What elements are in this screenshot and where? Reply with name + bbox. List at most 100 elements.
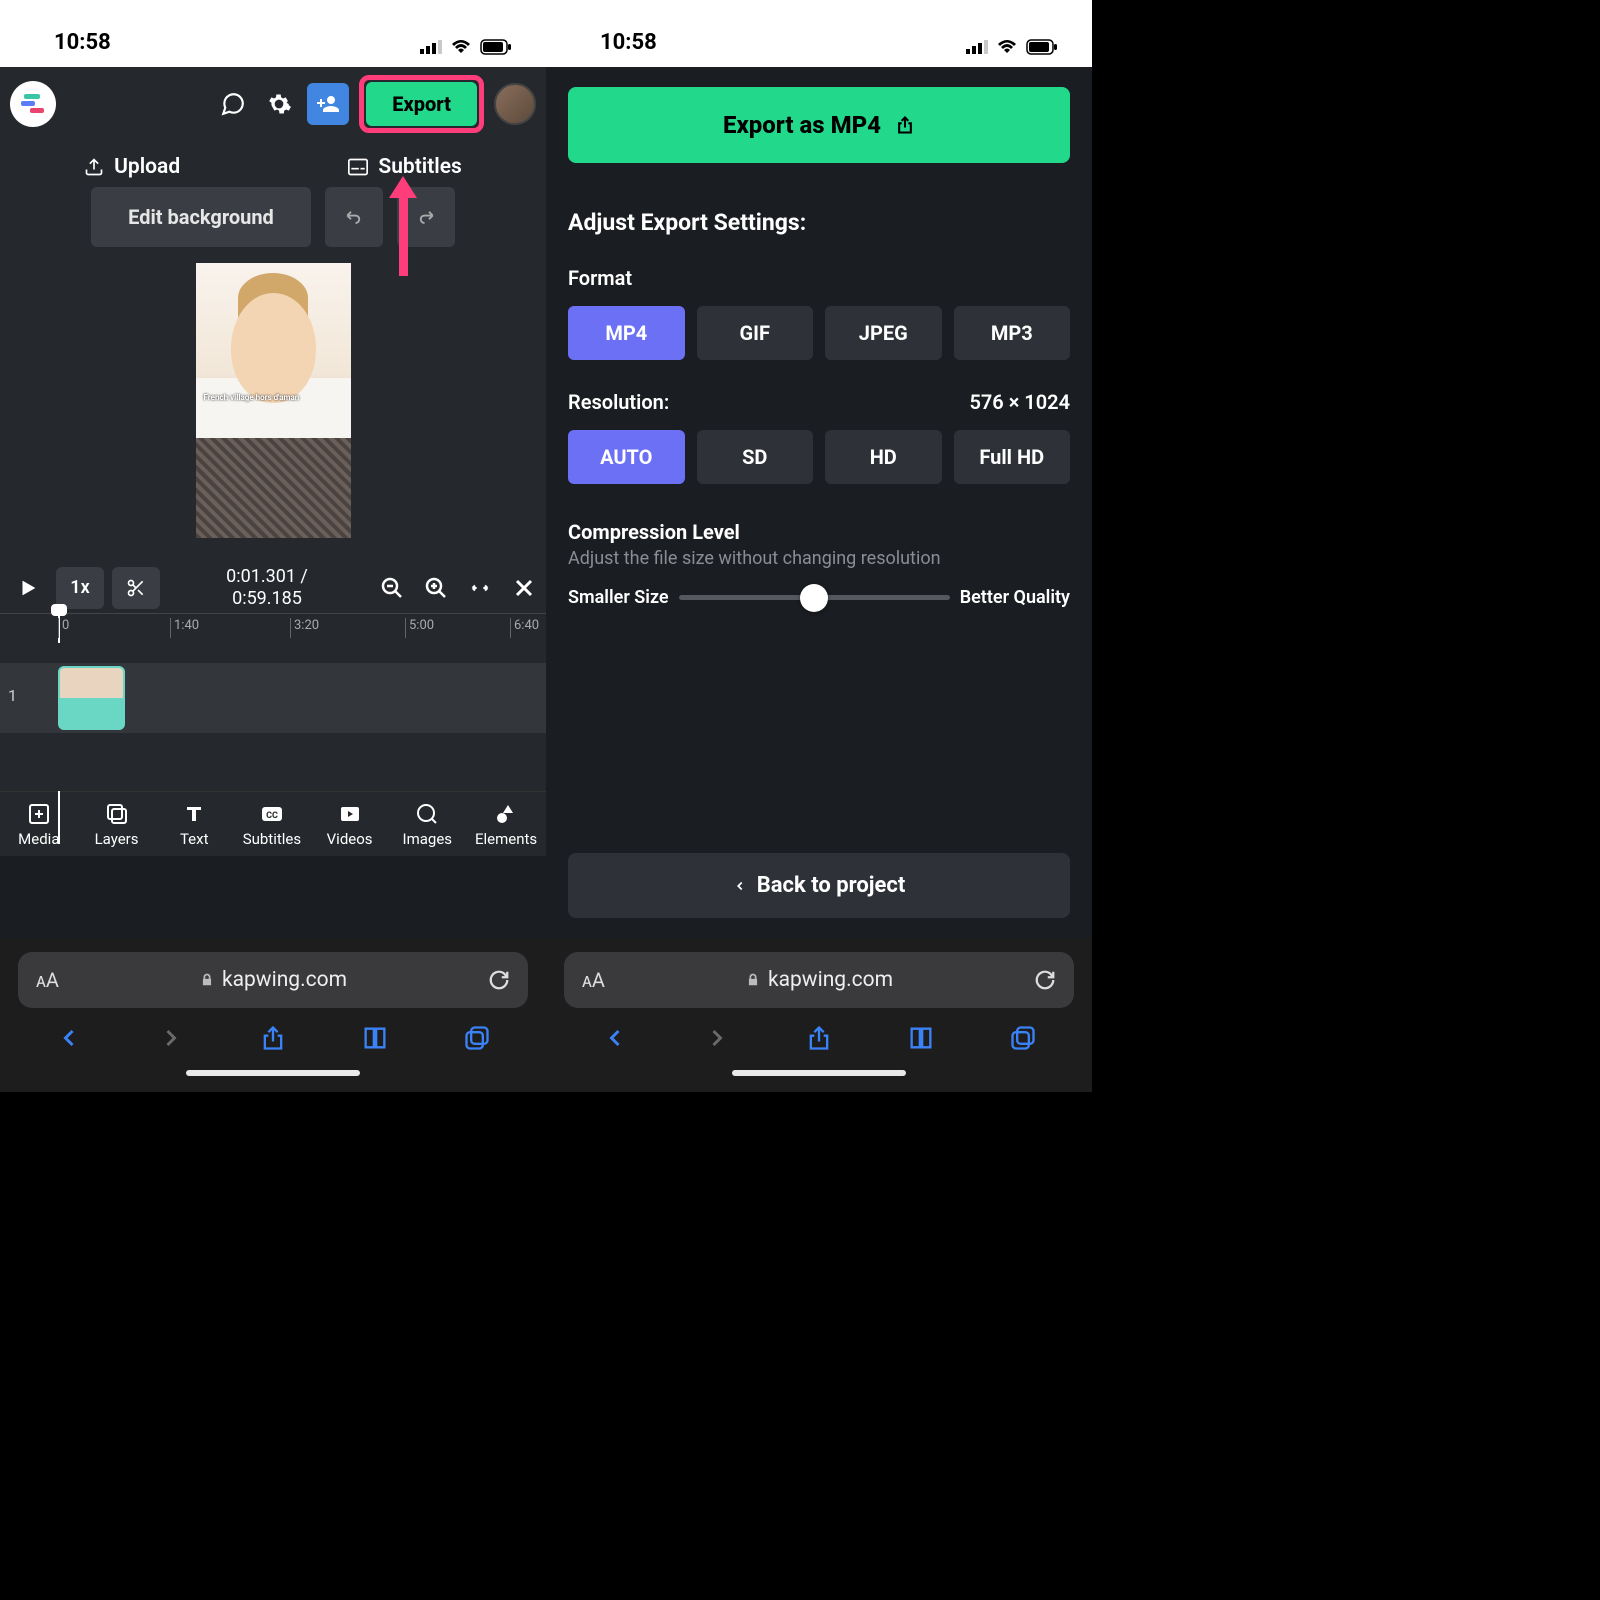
forward-icon xyxy=(157,1024,185,1052)
split-button[interactable] xyxy=(112,567,160,609)
safari-nav xyxy=(18,1008,528,1060)
timeline-clip[interactable] xyxy=(58,666,125,730)
app-logo[interactable] xyxy=(10,81,56,127)
editor-app: Export Upload Subtitles Edit background xyxy=(0,67,546,938)
upload-button[interactable]: Upload xyxy=(84,155,180,179)
url-bar[interactable]: ᴀA kapwing.com xyxy=(564,952,1074,1008)
track-number: 1 xyxy=(8,686,17,705)
tab-elements[interactable]: Elements xyxy=(475,802,537,848)
share-icon[interactable] xyxy=(259,1024,287,1052)
url-bar[interactable]: ᴀA kapwing.com xyxy=(18,952,528,1008)
invite-button[interactable] xyxy=(307,83,349,125)
ruler-tick: 5:00 xyxy=(405,618,434,638)
edit-background-button[interactable]: Edit background xyxy=(91,187,311,247)
subtitles-icon xyxy=(348,158,368,176)
back-icon[interactable] xyxy=(601,1024,629,1052)
text-size-button[interactable]: ᴀA xyxy=(582,968,605,993)
timeline-ruler[interactable]: 0 1:40 3:20 5:00 6:40 xyxy=(0,613,546,643)
tab-videos[interactable]: Videos xyxy=(320,802,380,848)
fit-button[interactable] xyxy=(462,570,498,606)
res-fullhd[interactable]: Full HD xyxy=(954,430,1071,484)
speed-button[interactable]: 1x xyxy=(56,567,104,609)
close-button[interactable] xyxy=(506,570,542,606)
play-button[interactable] xyxy=(8,568,48,608)
format-options: MP4 GIF JPEG MP3 xyxy=(568,306,1070,360)
format-mp4[interactable]: MP4 xyxy=(568,306,685,360)
ruler-tick: 3:20 xyxy=(290,618,319,638)
cc-icon: CC xyxy=(260,802,284,826)
video-caption: French village hors d'aman xyxy=(204,393,300,402)
scissors-icon xyxy=(126,578,146,598)
safari-nav xyxy=(564,1008,1074,1060)
secondary-toolbar: Upload Subtitles xyxy=(0,141,546,187)
bookmarks-icon[interactable] xyxy=(907,1024,935,1052)
tab-subtitles[interactable]: CC Subtitles xyxy=(242,802,302,848)
undo-icon xyxy=(343,208,365,226)
home-indicator xyxy=(546,1062,1092,1092)
close-icon xyxy=(512,576,536,600)
svg-text:CC: CC xyxy=(266,811,278,821)
undo-button[interactable] xyxy=(325,187,383,247)
wifi-icon xyxy=(996,39,1018,55)
chat-icon[interactable] xyxy=(215,86,251,122)
fit-icon xyxy=(468,578,492,598)
res-auto[interactable]: AUTO xyxy=(568,430,685,484)
subtitles-button[interactable]: Subtitles xyxy=(348,155,461,179)
res-sd[interactable]: SD xyxy=(697,430,814,484)
share-icon xyxy=(895,114,915,136)
compression-subtitle: Adjust the file size without changing re… xyxy=(568,548,1070,569)
tabs-icon[interactable] xyxy=(1009,1024,1037,1052)
slider-thumb[interactable] xyxy=(800,584,828,612)
export-button[interactable]: Export xyxy=(366,82,477,126)
compression-block: Compression Level Adjust the file size w… xyxy=(568,520,1070,608)
reload-icon[interactable] xyxy=(1034,969,1056,991)
export-button-highlight: Export xyxy=(359,75,484,133)
status-time: 10:58 xyxy=(54,30,111,55)
videos-icon xyxy=(338,802,362,826)
video-canvas: French village hors d'aman xyxy=(196,263,351,538)
layers-icon xyxy=(105,802,129,826)
share-icon[interactable] xyxy=(805,1024,833,1052)
format-jpeg[interactable]: JPEG xyxy=(825,306,942,360)
export-as-mp4-button[interactable]: Export as MP4 xyxy=(568,87,1070,163)
settings-icon[interactable] xyxy=(261,86,297,122)
compression-title: Compression Level xyxy=(568,520,1070,544)
status-icons xyxy=(966,39,1058,55)
back-to-project-button[interactable]: Back to project xyxy=(568,853,1070,918)
status-bar: 10:58 xyxy=(546,0,1092,67)
left-screenshot: 10:58 Export xyxy=(0,0,546,1092)
reload-icon[interactable] xyxy=(488,969,510,991)
video-preview[interactable]: French village hors d'aman xyxy=(0,263,546,562)
zoom-in-button[interactable] xyxy=(418,570,454,606)
safari-toolbar: ᴀA kapwing.com xyxy=(546,938,1092,1062)
url-text: kapwing.com xyxy=(67,968,480,992)
timeline[interactable]: 1 xyxy=(0,643,546,791)
tab-layers[interactable]: Layers xyxy=(87,802,147,848)
format-gif[interactable]: GIF xyxy=(697,306,814,360)
tabs-icon[interactable] xyxy=(463,1024,491,1052)
res-hd[interactable]: HD xyxy=(825,430,942,484)
bookmarks-icon[interactable] xyxy=(361,1024,389,1052)
zoom-in-icon xyxy=(424,576,448,600)
zoom-out-button[interactable] xyxy=(374,570,410,606)
url-text: kapwing.com xyxy=(613,968,1026,992)
lock-icon xyxy=(746,972,760,988)
images-icon xyxy=(415,802,439,826)
chevron-left-icon xyxy=(733,877,747,895)
ruler-tick: 6:40 xyxy=(510,618,539,638)
tab-images[interactable]: Images xyxy=(397,802,457,848)
user-avatar[interactable] xyxy=(494,83,536,125)
zoom-out-icon xyxy=(380,576,404,600)
battery-icon xyxy=(1026,39,1058,55)
bottom-tabs: Media Layers Text CC Subtitles Videos Im… xyxy=(0,791,546,856)
text-size-button[interactable]: ᴀA xyxy=(36,968,59,993)
format-mp3[interactable]: MP3 xyxy=(954,306,1071,360)
tab-text[interactable]: Text xyxy=(164,802,224,848)
cellular-icon xyxy=(966,40,988,54)
ruler-tick: 1:40 xyxy=(170,618,199,638)
compression-slider[interactable] xyxy=(679,595,950,600)
redo-button[interactable] xyxy=(397,187,455,247)
elements-icon xyxy=(494,802,518,826)
back-icon[interactable] xyxy=(55,1024,83,1052)
right-screenshot: 10:58 Export as MP4 Adjust Export Settin… xyxy=(546,0,1092,1092)
